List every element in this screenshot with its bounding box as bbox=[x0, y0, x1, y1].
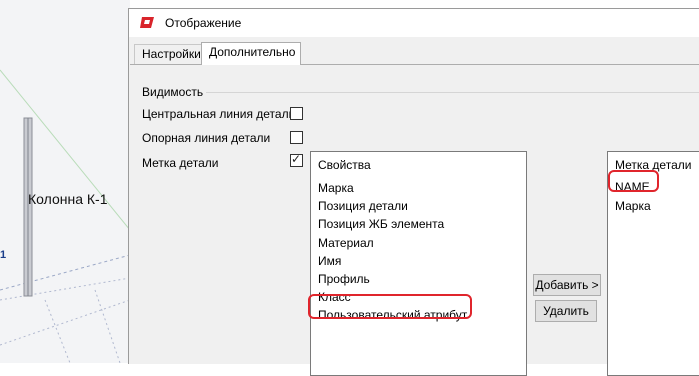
viewport-grid bbox=[0, 69, 130, 363]
add-button[interactable]: Добавить > bbox=[533, 274, 601, 296]
center-line-label: Центральная линия детали bbox=[142, 107, 296, 121]
properties-list-header: Свойства bbox=[318, 158, 371, 172]
part-mark-label: Метка детали bbox=[142, 156, 219, 170]
visibility-group-title: Видимость bbox=[142, 85, 204, 99]
list-item[interactable]: Имя bbox=[318, 254, 341, 268]
list-item[interactable]: Марка bbox=[615, 199, 651, 213]
center-line-checkbox[interactable] bbox=[290, 107, 303, 120]
list-item[interactable]: Класс bbox=[318, 290, 351, 304]
display-dialog: Отображение Настройки Дополнительно Види… bbox=[128, 8, 699, 376]
tab-advanced[interactable]: Дополнительно bbox=[201, 42, 301, 65]
properties-listbox[interactable]: Свойства Марка Позиция детали Позиция ЖБ… bbox=[310, 151, 527, 376]
part-mark-checkbox[interactable] bbox=[290, 152, 303, 167]
grid-axis-label: 1 bbox=[0, 249, 7, 261]
list-item[interactable]: Материал bbox=[318, 236, 374, 250]
list-item[interactable]: Профиль bbox=[318, 272, 370, 286]
title-bar[interactable]: Отображение bbox=[129, 9, 699, 37]
advanced-tab-panel: Видимость Центральная линия детали Опорн… bbox=[130, 64, 699, 376]
list-item-custom-attribute[interactable]: Пользовательский атрибут bbox=[318, 308, 467, 322]
reference-line-label: Опорная линия детали bbox=[142, 131, 271, 145]
list-item[interactable]: Позиция ЖБ элемента bbox=[318, 217, 444, 231]
part-mark-listbox[interactable]: Метка детали NAME Марка bbox=[607, 151, 699, 376]
dialog-title: Отображение bbox=[165, 16, 242, 30]
remove-button[interactable]: Удалить bbox=[535, 300, 597, 322]
reference-line-checkbox[interactable] bbox=[290, 131, 303, 144]
tab-settings[interactable]: Настройки bbox=[134, 44, 202, 64]
model-viewport[interactable]: Колонна К-1 1 bbox=[0, 0, 130, 363]
list-item[interactable]: Позиция детали bbox=[318, 199, 408, 213]
column-label: Колонна К-1 bbox=[28, 191, 108, 207]
list-item-name[interactable]: NAME bbox=[615, 180, 650, 194]
group-divider bbox=[206, 92, 699, 93]
mark-list-header: Метка детали bbox=[615, 158, 692, 172]
list-item[interactable]: Марка bbox=[318, 181, 354, 195]
app-icon bbox=[140, 17, 154, 28]
tab-bar: Настройки Дополнительно bbox=[129, 42, 699, 65]
